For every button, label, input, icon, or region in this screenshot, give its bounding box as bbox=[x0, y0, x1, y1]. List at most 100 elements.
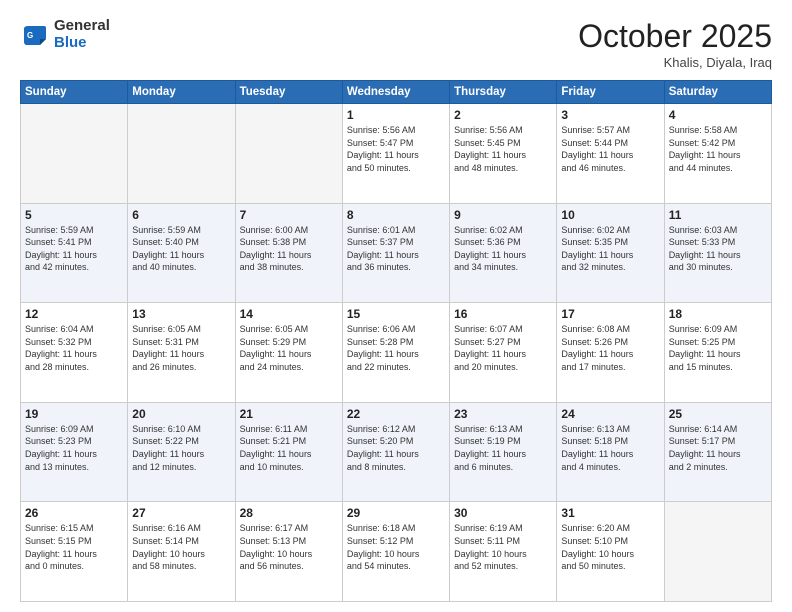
day-detail: Sunrise: 6:10 AM Sunset: 5:22 PM Dayligh… bbox=[132, 423, 230, 473]
calendar-header-monday: Monday bbox=[128, 81, 235, 104]
day-detail: Sunrise: 5:56 AM Sunset: 5:45 PM Dayligh… bbox=[454, 124, 552, 174]
calendar-cell: 6 Sunrise: 5:59 AM Sunset: 5:40 PM Daylig… bbox=[128, 203, 235, 303]
day-detail: Sunrise: 5:59 AM Sunset: 5:40 PM Dayligh… bbox=[132, 224, 230, 274]
day-number: 25 bbox=[669, 407, 767, 421]
svg-text:G: G bbox=[27, 31, 33, 40]
calendar-cell: 11 Sunrise: 6:03 AM Sunset: 5:33 PM Dayli… bbox=[664, 203, 771, 303]
day-detail: Sunrise: 6:15 AM Sunset: 5:15 PM Dayligh… bbox=[25, 522, 123, 572]
day-detail: Sunrise: 6:20 AM Sunset: 5:10 PM Dayligh… bbox=[561, 522, 659, 572]
calendar-cell: 7Sunrise: 6:00 AM Sunset: 5:38 PM Daylig… bbox=[235, 203, 342, 303]
day-number: 15 bbox=[347, 307, 445, 321]
day-detail: Sunrise: 5:58 AM Sunset: 5:42 PM Dayligh… bbox=[669, 124, 767, 174]
day-number: 5 bbox=[25, 208, 123, 222]
calendar-cell: 29 Sunrise: 6:18 AM Sunset: 5:12 PM Dayli… bbox=[342, 502, 449, 602]
day-detail: Sunrise: 6:13 AM Sunset: 5:18 PM Dayligh… bbox=[561, 423, 659, 473]
day-number: 12 bbox=[25, 307, 123, 321]
calendar-cell: 15 Sunrise: 6:06 AM Sunset: 5:28 PM Dayli… bbox=[342, 303, 449, 403]
day-number: 1 bbox=[347, 108, 445, 122]
calendar-cell: 21Sunrise: 6:11 AM Sunset: 5:21 PM Dayli… bbox=[235, 402, 342, 502]
calendar-cell: 31 Sunrise: 6:20 AM Sunset: 5:10 PM Dayli… bbox=[557, 502, 664, 602]
day-detail: Sunrise: 6:02 AM Sunset: 5:36 PM Dayligh… bbox=[454, 224, 552, 274]
calendar-cell: 12 Sunrise: 6:04 AM Sunset: 5:32 PM Dayli… bbox=[21, 303, 128, 403]
location: Khalis, Diyala, Iraq bbox=[578, 55, 772, 70]
day-detail: Sunrise: 6:09 AM Sunset: 5:25 PM Dayligh… bbox=[669, 323, 767, 373]
calendar-cell: 19Sunrise: 6:09 AM Sunset: 5:23 PM Dayli… bbox=[21, 402, 128, 502]
calendar-cell: 13 Sunrise: 6:05 AM Sunset: 5:31 PM Dayli… bbox=[128, 303, 235, 403]
day-detail: Sunrise: 6:19 AM Sunset: 5:11 PM Dayligh… bbox=[454, 522, 552, 572]
day-number: 10 bbox=[561, 208, 659, 222]
calendar-cell: 24Sunrise: 6:13 AM Sunset: 5:18 PM Dayli… bbox=[557, 402, 664, 502]
calendar-table: SundayMondayTuesdayWednesdayThursdayFrid… bbox=[20, 80, 772, 602]
page: G General Blue October 2025 Khalis, Diya… bbox=[0, 0, 792, 612]
day-detail: Sunrise: 6:11 AM Sunset: 5:21 PM Dayligh… bbox=[240, 423, 338, 473]
calendar-cell: 20Sunrise: 6:10 AM Sunset: 5:22 PM Dayli… bbox=[128, 402, 235, 502]
calendar-week-5: 26 Sunrise: 6:15 AM Sunset: 5:15 PM Dayli… bbox=[21, 502, 772, 602]
day-detail: Sunrise: 6:13 AM Sunset: 5:19 PM Dayligh… bbox=[454, 423, 552, 473]
title-section: October 2025 Khalis, Diyala, Iraq bbox=[578, 18, 772, 70]
day-detail: Sunrise: 6:03 AM Sunset: 5:33 PM Dayligh… bbox=[669, 224, 767, 274]
day-detail: Sunrise: 6:02 AM Sunset: 5:35 PM Dayligh… bbox=[561, 224, 659, 274]
day-number: 26 bbox=[25, 506, 123, 520]
calendar-cell: 16Sunrise: 6:07 AM Sunset: 5:27 PM Dayli… bbox=[450, 303, 557, 403]
calendar-cell: 2 Sunrise: 5:56 AM Sunset: 5:45 PM Daylig… bbox=[450, 104, 557, 204]
day-number: 4 bbox=[669, 108, 767, 122]
day-number: 3 bbox=[561, 108, 659, 122]
calendar-cell: 9 Sunrise: 6:02 AM Sunset: 5:36 PM Daylig… bbox=[450, 203, 557, 303]
day-number: 27 bbox=[132, 506, 230, 520]
calendar-cell: 27Sunrise: 6:16 AM Sunset: 5:14 PM Dayli… bbox=[128, 502, 235, 602]
day-detail: Sunrise: 5:56 AM Sunset: 5:47 PM Dayligh… bbox=[347, 124, 445, 174]
calendar-cell: 25 Sunrise: 6:14 AM Sunset: 5:17 PM Dayli… bbox=[664, 402, 771, 502]
day-detail: Sunrise: 6:17 AM Sunset: 5:13 PM Dayligh… bbox=[240, 522, 338, 572]
day-number: 31 bbox=[561, 506, 659, 520]
day-detail: Sunrise: 6:07 AM Sunset: 5:27 PM Dayligh… bbox=[454, 323, 552, 373]
calendar-header-tuesday: Tuesday bbox=[235, 81, 342, 104]
logo-icon: G bbox=[20, 20, 50, 50]
day-number: 13 bbox=[132, 307, 230, 321]
day-detail: Sunrise: 6:06 AM Sunset: 5:28 PM Dayligh… bbox=[347, 323, 445, 373]
day-detail: Sunrise: 6:14 AM Sunset: 5:17 PM Dayligh… bbox=[669, 423, 767, 473]
calendar-week-1: 1 Sunrise: 5:56 AM Sunset: 5:47 PM Daylig… bbox=[21, 104, 772, 204]
day-number: 6 bbox=[132, 208, 230, 222]
day-number: 8 bbox=[347, 208, 445, 222]
day-detail: Sunrise: 6:12 AM Sunset: 5:20 PM Dayligh… bbox=[347, 423, 445, 473]
calendar-cell bbox=[21, 104, 128, 204]
calendar-cell: 23 Sunrise: 6:13 AM Sunset: 5:19 PM Dayli… bbox=[450, 402, 557, 502]
calendar-cell: 5Sunrise: 5:59 AM Sunset: 5:41 PM Daylig… bbox=[21, 203, 128, 303]
day-number: 23 bbox=[454, 407, 552, 421]
calendar-cell: 4 Sunrise: 5:58 AM Sunset: 5:42 PM Daylig… bbox=[664, 104, 771, 204]
calendar-week-2: 5Sunrise: 5:59 AM Sunset: 5:41 PM Daylig… bbox=[21, 203, 772, 303]
day-number: 30 bbox=[454, 506, 552, 520]
day-number: 29 bbox=[347, 506, 445, 520]
calendar-cell: 3 Sunrise: 5:57 AM Sunset: 5:44 PM Daylig… bbox=[557, 104, 664, 204]
calendar-cell: 8 Sunrise: 6:01 AM Sunset: 5:37 PM Daylig… bbox=[342, 203, 449, 303]
calendar-header-thursday: Thursday bbox=[450, 81, 557, 104]
calendar-week-3: 12 Sunrise: 6:04 AM Sunset: 5:32 PM Dayli… bbox=[21, 303, 772, 403]
day-number: 11 bbox=[669, 208, 767, 222]
logo: G General Blue bbox=[20, 18, 110, 51]
calendar-cell: 14Sunrise: 6:05 AM Sunset: 5:29 PM Dayli… bbox=[235, 303, 342, 403]
calendar-header-row: SundayMondayTuesdayWednesdayThursdayFrid… bbox=[21, 81, 772, 104]
day-detail: Sunrise: 6:08 AM Sunset: 5:26 PM Dayligh… bbox=[561, 323, 659, 373]
day-number: 9 bbox=[454, 208, 552, 222]
day-detail: Sunrise: 5:57 AM Sunset: 5:44 PM Dayligh… bbox=[561, 124, 659, 174]
day-number: 28 bbox=[240, 506, 338, 520]
calendar-cell: 18Sunrise: 6:09 AM Sunset: 5:25 PM Dayli… bbox=[664, 303, 771, 403]
month-title: October 2025 bbox=[578, 18, 772, 55]
day-detail: Sunrise: 6:04 AM Sunset: 5:32 PM Dayligh… bbox=[25, 323, 123, 373]
day-number: 7 bbox=[240, 208, 338, 222]
day-detail: Sunrise: 6:18 AM Sunset: 5:12 PM Dayligh… bbox=[347, 522, 445, 572]
calendar-week-4: 19Sunrise: 6:09 AM Sunset: 5:23 PM Dayli… bbox=[21, 402, 772, 502]
day-detail: Sunrise: 6:01 AM Sunset: 5:37 PM Dayligh… bbox=[347, 224, 445, 274]
calendar-cell: 22Sunrise: 6:12 AM Sunset: 5:20 PM Dayli… bbox=[342, 402, 449, 502]
calendar-cell: 10 Sunrise: 6:02 AM Sunset: 5:35 PM Dayli… bbox=[557, 203, 664, 303]
calendar-cell: 1 Sunrise: 5:56 AM Sunset: 5:47 PM Daylig… bbox=[342, 104, 449, 204]
calendar-cell: 17Sunrise: 6:08 AM Sunset: 5:26 PM Dayli… bbox=[557, 303, 664, 403]
calendar-cell: 26 Sunrise: 6:15 AM Sunset: 5:15 PM Dayli… bbox=[21, 502, 128, 602]
day-detail: Sunrise: 6:05 AM Sunset: 5:31 PM Dayligh… bbox=[132, 323, 230, 373]
day-number: 2 bbox=[454, 108, 552, 122]
logo-general-text: General bbox=[54, 17, 110, 34]
calendar-cell bbox=[664, 502, 771, 602]
day-number: 14 bbox=[240, 307, 338, 321]
calendar-cell bbox=[128, 104, 235, 204]
calendar-header-wednesday: Wednesday bbox=[342, 81, 449, 104]
